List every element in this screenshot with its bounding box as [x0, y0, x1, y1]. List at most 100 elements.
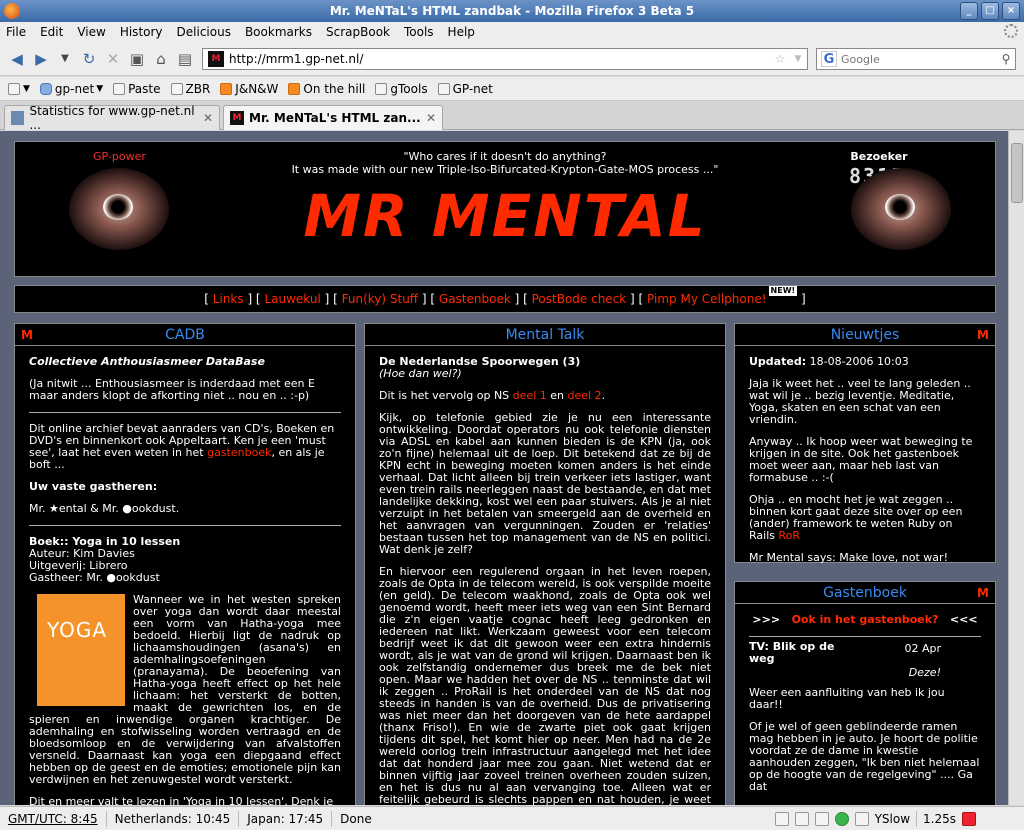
gastheren-label: Uw vaste gastheren: — [29, 480, 158, 493]
link-postbode-check[interactable]: PostBode check — [532, 292, 627, 306]
bookmark-gp-net[interactable]: gp-net ▼ — [39, 82, 104, 96]
chevron-down-icon: ▼ — [96, 83, 104, 94]
guestbook-link[interactable]: Ook in het gastenboek? — [792, 613, 939, 626]
menu-scrapbook[interactable]: ScrapBook — [326, 25, 390, 39]
link-lauwekul[interactable]: Lauwekul — [264, 292, 320, 306]
header-quote: "Who cares if it doesn't do anything? It… — [291, 150, 719, 176]
link-pimp-my-cellphone[interactable]: Pimp My Cellphone! — [647, 292, 767, 306]
url-bar[interactable]: M ☆ ▼ — [202, 48, 808, 70]
book-cover-image: YOGA — [37, 594, 125, 706]
page-viewport: GP-power "Who cares if it doesn't do any… — [0, 131, 1008, 805]
navigation-toolbar: ◀ ▶ ▼ ↻ ✕ ▣ ⌂ ▤ M ☆ ▼ G ⚲ — [0, 42, 1024, 76]
close-tab-icon[interactable]: ✕ — [426, 111, 436, 125]
cadb-header: M CADB — [15, 324, 355, 346]
status-icons: YSlow 1.25s — [774, 811, 976, 827]
bookmark-gtools[interactable]: gTools — [375, 82, 428, 96]
guestbook-header: Gastenboek M — [735, 582, 995, 604]
page-icon — [113, 82, 126, 95]
site-favicon: M — [208, 51, 224, 67]
bookmark-paste[interactable]: Paste — [113, 82, 161, 96]
divider — [29, 412, 341, 413]
reload-button[interactable]: ↻ — [80, 50, 98, 68]
window-titlebar: Mr. MeNTaL's HTML zandbak - Mozilla Fire… — [0, 0, 1024, 22]
firefox-icon — [4, 3, 20, 19]
site-nav: [ Links ] [ Lauwekul ] [ Fun(ky) Stuff ]… — [14, 285, 996, 313]
page-icon — [437, 82, 450, 95]
cadb-note: (Ja nitwit ... Enthousiasmeer is inderda… — [29, 377, 315, 402]
menu-tools[interactable]: Tools — [404, 25, 434, 39]
cadb-panel: M CADB Collectieve Anthousiasmeer DataBa… — [14, 323, 356, 805]
bookmarks-menu-button[interactable]: ▼ — [8, 82, 30, 95]
link-gastenboek[interactable]: Gastenboek — [439, 292, 511, 306]
mental-logo-icon: M — [977, 586, 989, 600]
yslow-icon[interactable] — [854, 812, 869, 826]
url-dropdown-icon[interactable]: ▼ — [789, 54, 807, 64]
link-links[interactable]: Links — [213, 292, 244, 306]
mail-icon[interactable] — [794, 812, 809, 826]
menu-view[interactable]: View — [77, 25, 105, 39]
menu-bookmarks[interactable]: Bookmarks — [245, 25, 312, 39]
mental-logo-icon: M — [21, 328, 33, 342]
menu-file[interactable]: File — [6, 25, 26, 39]
maximize-button[interactable]: □ — [981, 2, 999, 20]
page-info-icon[interactable] — [814, 812, 829, 826]
ok-check-icon[interactable] — [834, 812, 849, 826]
article-paragraph: Kijk, op telefonie gebied zie je nu een … — [379, 411, 711, 556]
ror-link[interactable]: RoR — [778, 529, 800, 542]
deel1-link[interactable]: deel 1 — [513, 389, 547, 402]
tab-statistics[interactable]: Statistics for www.gp-net.nl ... ✕ — [4, 104, 220, 132]
vertical-scrollbar[interactable] — [1008, 131, 1024, 805]
yslow-label[interactable]: YSlow — [875, 812, 910, 826]
deel2-link[interactable]: deel 2 — [567, 389, 601, 402]
gastenboek-link[interactable]: gastenboek — [207, 446, 271, 459]
news-paragraph: Ohja .. en mocht het je wat zeggen .. bi… — [749, 493, 963, 542]
screen-icon[interactable] — [774, 812, 789, 826]
back-button[interactable]: ◀ — [8, 50, 26, 68]
link-funky-stuff[interactable]: Fun(ky) Stuff — [342, 292, 418, 306]
guestbook-prompt: >>> Ook in het gastenboek? <<< — [752, 613, 978, 626]
throbber-icon — [1004, 24, 1018, 38]
gmt-clock[interactable]: GMT/UTC: 8:45 — [0, 812, 106, 826]
bookmark-star-icon[interactable]: ☆ — [771, 52, 789, 66]
search-icon[interactable]: ⚲ — [997, 52, 1015, 66]
news-paragraph: Jaja ik weet het .. veel te lang geleden… — [749, 377, 971, 426]
menu-history[interactable]: History — [120, 25, 163, 39]
close-window-button[interactable]: × — [1002, 2, 1020, 20]
bookmark-on-the-hill[interactable]: On the hill — [288, 82, 365, 96]
page-icon — [170, 82, 183, 95]
menu-help[interactable]: Help — [448, 25, 475, 39]
minimize-button[interactable]: _ — [960, 2, 978, 20]
mental-talk-header: Mental Talk — [365, 324, 725, 346]
article-intro: Dit is het vervolg op NS deel 1 en deel … — [379, 389, 606, 402]
left-eye-image — [69, 168, 169, 250]
status-text: Done — [340, 811, 372, 826]
load-time: 1.25s — [923, 812, 956, 826]
print-icon[interactable]: ▤ — [176, 50, 194, 68]
cadb-subtitle: Collectieve Anthousiasmeer DataBase — [29, 355, 265, 368]
tab-mr-mental[interactable]: M Mr. MeNTaL's HTML zan... ✕ — [223, 105, 443, 130]
site-header: GP-power "Who cares if it doesn't do any… — [14, 141, 996, 277]
cadb-intro: Dit online archief bevat aanraders van C… — [29, 422, 335, 471]
pdf-icon[interactable] — [962, 812, 976, 826]
search-input[interactable] — [841, 52, 997, 66]
bookmark-jnw[interactable]: J&N&W — [220, 82, 278, 96]
close-tab-icon[interactable]: ✕ — [203, 111, 213, 125]
scroll-thumb[interactable] — [1011, 143, 1023, 203]
bookmark-gp-net-2[interactable]: GP-net — [437, 82, 493, 96]
mental-logo-icon: M — [977, 328, 989, 342]
search-bar[interactable]: G ⚲ — [816, 48, 1016, 70]
home-button[interactable]: ▣ — [128, 50, 146, 68]
forward-button[interactable]: ▶ — [32, 50, 50, 68]
mental-favicon: M — [230, 111, 244, 125]
home-icon[interactable]: ⌂ — [152, 50, 170, 68]
bookmark-zbr[interactable]: ZBR — [170, 82, 210, 96]
tab-bar: Statistics for www.gp-net.nl ... ✕ M Mr.… — [0, 102, 1024, 132]
google-engine-icon[interactable]: G — [821, 51, 837, 67]
history-dropdown-icon[interactable]: ▼ — [56, 50, 74, 68]
entry-date: 02 Apr — [904, 642, 941, 655]
menu-delicious[interactable]: Delicious — [177, 25, 231, 39]
blogger-icon — [288, 82, 301, 95]
stop-button[interactable]: ✕ — [104, 50, 122, 68]
menu-edit[interactable]: Edit — [40, 25, 63, 39]
url-input[interactable] — [229, 52, 771, 66]
